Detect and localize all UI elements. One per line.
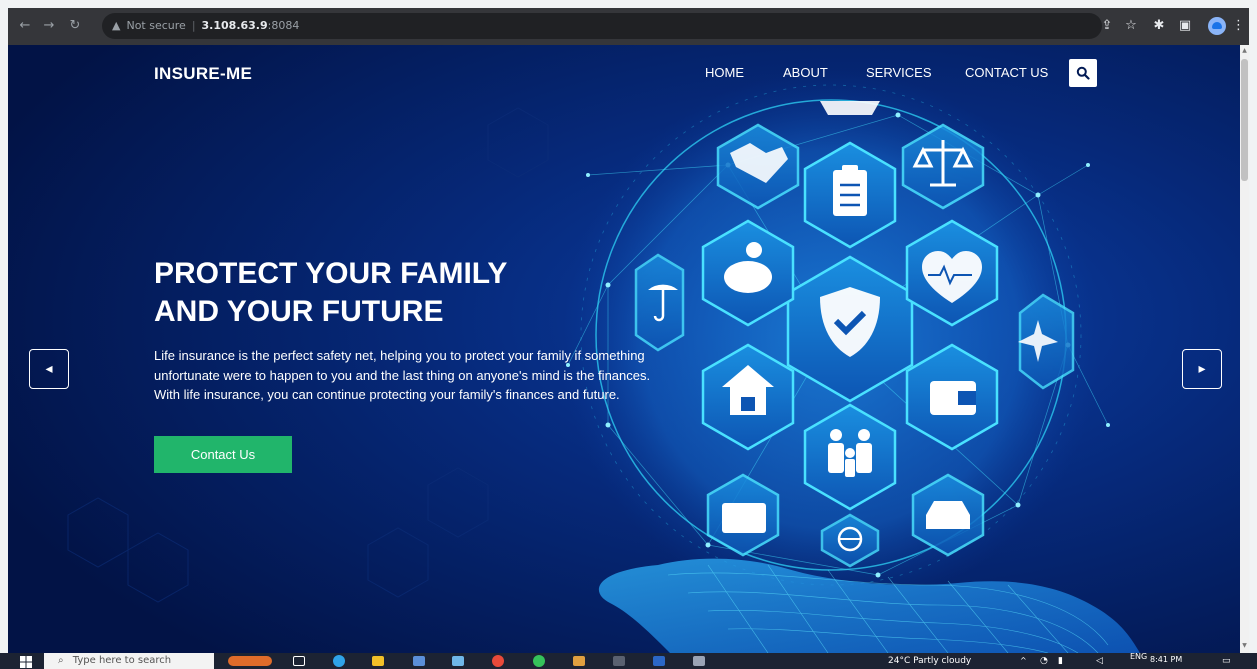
battery-icon[interactable]: ▮: [1058, 653, 1063, 669]
address-bar[interactable]: ▲ Not secure | 3.108.63.9 :8084: [102, 13, 1102, 39]
slider-next-button[interactable]: ▸: [1182, 349, 1222, 389]
word-icon[interactable]: [653, 656, 665, 666]
app-icon[interactable]: [693, 656, 705, 666]
security-label: Not secure: [126, 19, 186, 32]
page-viewport: INSURE-ME HOME ABOUT SERVICES CONTACT US…: [8, 45, 1240, 653]
taskbar-search-icon: ⌕: [58, 655, 64, 666]
menu-kebab-icon[interactable]: ⋮: [1232, 18, 1245, 34]
weather-widget[interactable]: 24°C Partly cloudy: [888, 653, 971, 669]
windows-logo-icon: [20, 656, 32, 668]
url-host: 3.108.63.9: [201, 19, 268, 32]
wifi-icon[interactable]: ◔: [1040, 653, 1048, 669]
taskbar-search-placeholder: Type here to search: [72, 655, 172, 666]
paint-icon[interactable]: [573, 656, 585, 666]
share-icon[interactable]: ⇪: [1100, 18, 1114, 34]
taskbar-clock[interactable]: 8:41 PM: [1150, 655, 1182, 664]
browser-toolbar: ← → ↻ ▲ Not secure | 3.108.63.9 :8084 ⇪ …: [8, 8, 1249, 45]
page-scrollbar[interactable]: ▲ ▼: [1240, 45, 1249, 653]
volume-icon[interactable]: ◁: [1096, 653, 1103, 669]
nav-link-services[interactable]: SERVICES: [866, 65, 932, 80]
hero-title: PROTECT YOUR FAMILY AND YOUR FUTURE: [154, 255, 574, 331]
terminal-icon[interactable]: [613, 656, 625, 666]
profile-avatar-icon[interactable]: [1208, 17, 1226, 35]
bookmark-star-icon[interactable]: ☆: [1124, 18, 1138, 34]
slider-prev-button[interactable]: ◂: [29, 349, 69, 389]
language-indicator[interactable]: ENG: [1130, 653, 1147, 665]
edge-browser-icon[interactable]: [333, 655, 345, 667]
hero-title-line-2: AND YOUR FUTURE: [154, 295, 444, 328]
chrome-icon[interactable]: [492, 655, 504, 667]
url-port: :8084: [267, 19, 300, 32]
search-icon: [1076, 66, 1090, 80]
scroll-up-icon[interactable]: ▲: [1241, 47, 1248, 54]
news-widget-icon[interactable]: [228, 656, 272, 666]
hero-description: Life insurance is the perfect safety net…: [154, 348, 651, 402]
arrow-right-icon: ▸: [1198, 361, 1206, 377]
whatsapp-icon[interactable]: [533, 655, 545, 667]
hero-title-line-1: PROTECT YOUR FAMILY: [154, 257, 508, 290]
reload-icon[interactable]: ↻: [68, 19, 82, 33]
taskbar-search-box[interactable]: ⌕ Type here to search: [44, 653, 214, 669]
back-icon[interactable]: ←: [18, 19, 32, 33]
forward-icon[interactable]: →: [42, 19, 56, 33]
side-panel-icon[interactable]: ▣: [1178, 18, 1192, 34]
arrow-left-icon: ◂: [45, 361, 53, 377]
os-taskbar: ⌕ Type here to search 24°C Partly cloudy…: [0, 653, 1257, 669]
file-explorer-icon[interactable]: [372, 656, 384, 666]
contact-us-button[interactable]: Contact Us: [154, 436, 292, 473]
notifications-icon[interactable]: ▭: [1222, 653, 1231, 669]
site-search-button[interactable]: [1069, 59, 1097, 87]
scrollbar-thumb[interactable]: [1241, 59, 1248, 181]
warning-icon: ▲: [112, 19, 121, 32]
url-divider: |: [191, 19, 196, 32]
tray-chevron-icon[interactable]: ^: [1020, 653, 1027, 669]
nav-link-contact-us[interactable]: CONTACT US: [965, 65, 1048, 80]
nav-link-about[interactable]: ABOUT: [783, 65, 828, 80]
notepad-icon[interactable]: [452, 656, 464, 666]
site-logo[interactable]: INSURE-ME: [154, 64, 252, 84]
task-view-icon[interactable]: [293, 656, 305, 666]
extensions-puzzle-icon[interactable]: ✱: [1152, 18, 1166, 34]
windows-start-icon[interactable]: [20, 653, 34, 669]
nav-link-home[interactable]: HOME: [705, 65, 744, 80]
scroll-down-icon[interactable]: ▼: [1241, 642, 1248, 649]
store-icon[interactable]: [413, 656, 425, 666]
